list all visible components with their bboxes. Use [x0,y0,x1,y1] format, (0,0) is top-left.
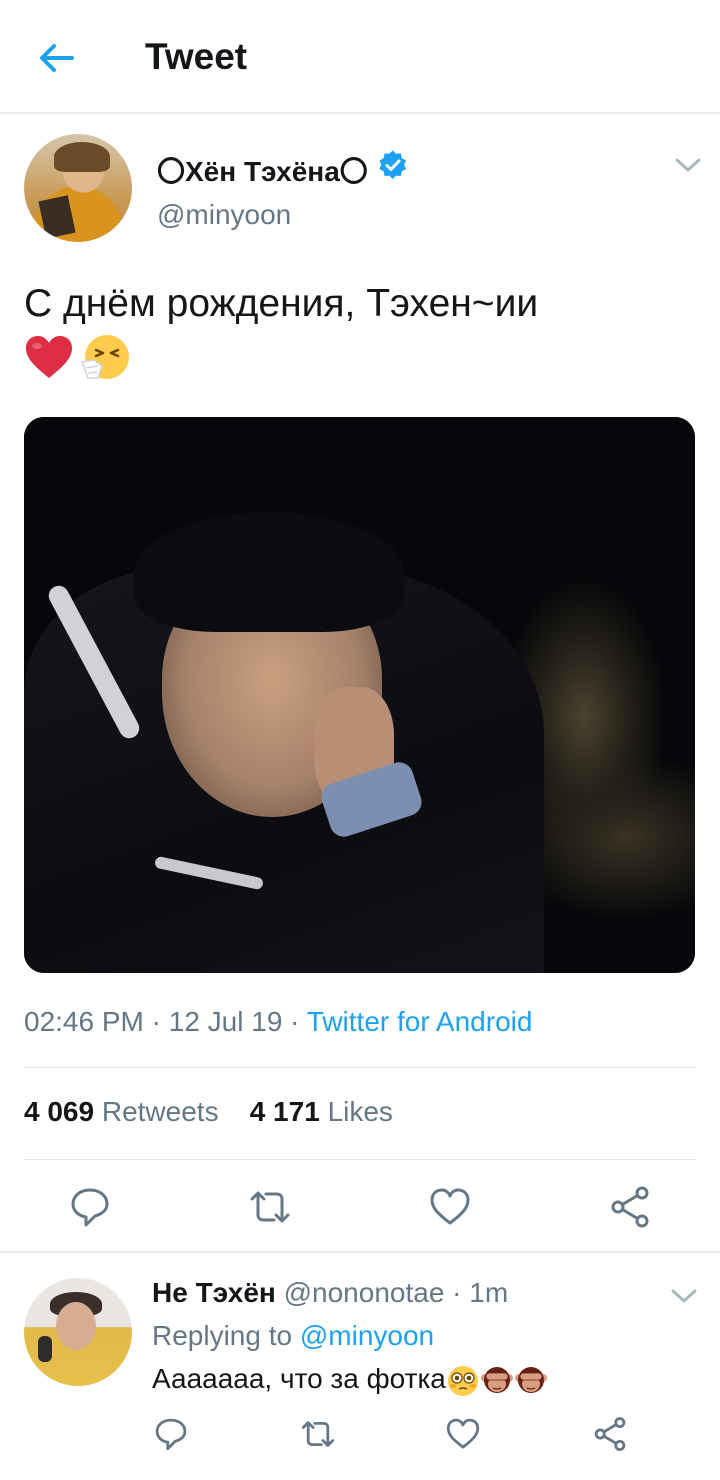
tweet-stats: 4 069 Retweets 4 171 Likes [24,1096,393,1128]
like-icon [446,1418,480,1449]
reply-handle[interactable]: @nononotae [284,1277,445,1308]
reply-text: Ааааааа, что за фотка [152,1363,446,1394]
share-button[interactable] [608,1185,652,1229]
chevron-down-icon[interactable] [675,157,701,173]
tweet-source-link[interactable]: Twitter for Android [307,1006,533,1037]
author-avatar[interactable] [24,134,132,242]
retweet-button[interactable] [300,1416,336,1452]
see-no-evil-monkey-emoji [480,1366,513,1393]
retweets-label: Retweets [101,1096,219,1127]
reply-author-name[interactable]: Не Тэхён [152,1277,276,1308]
reply-time: 1m [469,1277,509,1308]
tweet-date: 12 Jul 19 [168,1006,283,1037]
retweets-count: 4 069 [24,1096,95,1127]
likes-label: Likes [327,1096,393,1127]
likes-count: 4 171 [249,1096,320,1127]
tweet-emojis [24,332,132,384]
like-icon [430,1188,470,1225]
red-heart-emoji [26,336,72,378]
like-button[interactable] [428,1185,472,1229]
reply-icon [155,1418,187,1451]
arrow-left-icon [40,44,74,72]
author-name[interactable]: 〇Хён Тэхёна〇 [157,150,368,190]
likes-stat[interactable]: 4 171 Likes [250,1096,393,1127]
retweet-icon [250,1191,290,1223]
section-separator [0,1251,720,1253]
see-no-evil-monkey-emoji [514,1366,547,1393]
tweet-meta: 02:46 PM · 12 Jul 19 · Twitter for Andro… [24,1006,533,1037]
reply-button[interactable] [68,1185,112,1229]
share-icon [611,1186,649,1228]
author-handle[interactable]: @minyoon [157,199,291,231]
tweet-text: С днём рождения, Тэхен~ии [24,282,539,325]
retweet-icon [301,1421,335,1447]
replying-to-mention[interactable]: @minyoon [300,1320,434,1351]
retweet-button[interactable] [248,1185,292,1229]
reply-text-line: Ааааааа, что за фотка [152,1363,548,1398]
replying-to-line: Replying to @minyoon [152,1320,434,1352]
reply-header: Не Тэхён @nononotae · 1m [152,1277,509,1308]
retweets-stat[interactable]: 4 069 Retweets [24,1096,219,1127]
like-button[interactable] [445,1416,481,1452]
tweet-time: 02:46 PM [24,1006,144,1037]
replying-label: Replying to [152,1320,293,1351]
tweet-media-photo[interactable] [24,417,695,973]
page-title: Tweet [145,36,248,77]
reply-author-avatar[interactable] [24,1278,132,1386]
share-button[interactable] [592,1416,628,1452]
divider [24,1067,696,1068]
sneezing-face-emoji [81,335,130,379]
verified-badge-icon [379,150,407,179]
reply-icon [71,1188,109,1227]
share-icon [594,1417,626,1451]
back-button[interactable] [34,36,78,80]
flushed-face-emoji [447,1365,478,1396]
top-app-bar: Tweet [0,0,720,114]
reply-button[interactable] [153,1416,189,1452]
divider [24,1159,696,1160]
chevron-down-icon[interactable] [671,1288,697,1304]
